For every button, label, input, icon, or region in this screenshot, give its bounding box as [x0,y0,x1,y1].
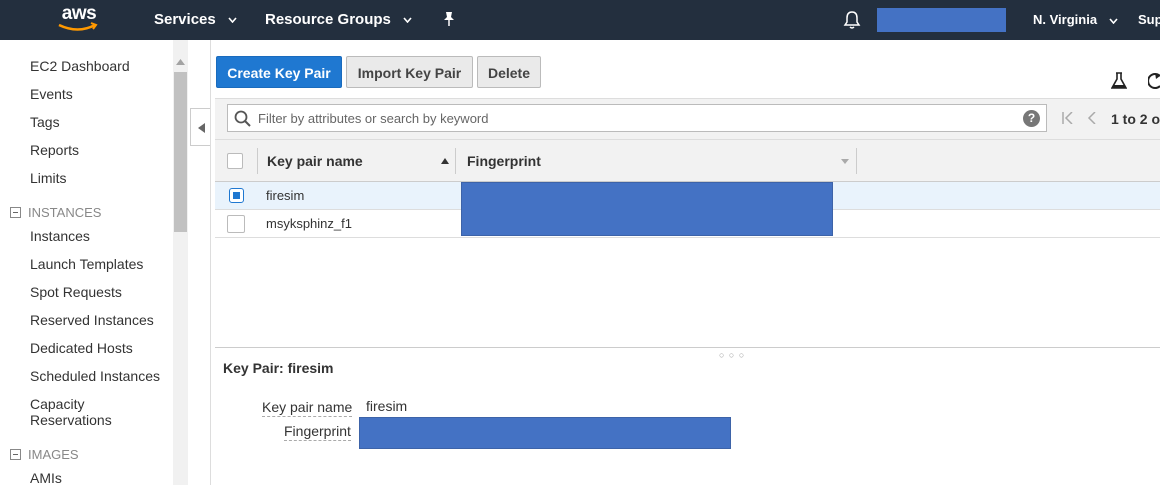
sort-icon[interactable] [841,159,849,164]
chevron-down-icon [1109,18,1118,24]
column-separator [856,148,857,174]
support-label: Sup [1138,12,1160,27]
account-menu-redacted[interactable] [877,8,1006,32]
splitter-handle-icon[interactable]: ○ ○ ○ [719,350,745,360]
fingerprint-redacted [461,182,833,236]
search-placeholder: Filter by attributes or search by keywor… [258,111,489,126]
sort-ascending-icon[interactable] [441,158,449,164]
sidebar-item-label: Capacity [30,396,85,412]
previous-page-icon[interactable] [1087,112,1097,124]
import-key-pair-button[interactable]: Import Key Pair [346,56,473,88]
detail-title: Key Pair: firesim [223,360,334,376]
fingerprint-label: Fingerprint [284,423,351,441]
flask-icon[interactable] [1111,72,1127,90]
help-icon[interactable]: ? [1023,110,1040,127]
sidebar-scrollbar[interactable] [173,40,188,485]
services-menu[interactable]: Services [154,11,237,28]
sidebar-item-capacity-reservations[interactable]: Capacity Reservations [30,396,112,428]
search-icon [234,110,251,127]
search-input[interactable]: Filter by attributes or search by keywor… [227,104,1047,132]
pin-icon[interactable] [442,11,456,27]
collapse-section-icon [10,207,21,219]
sidebar: EC2 Dashboard Events Tags Reports Limits… [0,40,173,486]
pagination-text: 1 to 2 of 2 [1111,111,1160,127]
support-menu[interactable]: Sup [1138,12,1160,27]
row-checkbox[interactable] [229,188,244,203]
top-navigation-bar: aws Services Resource Groups N. Virginia… [0,0,1160,40]
column-header-key-pair-name[interactable]: Key pair name [267,153,363,169]
sidebar-item-amis[interactable]: AMIs [30,470,62,486]
sidebar-item-spot-requests[interactable]: Spot Requests [30,284,122,300]
aws-logo[interactable]: aws [56,3,102,35]
column-separator [455,148,456,174]
resource-groups-menu[interactable]: Resource Groups [265,11,412,28]
sidebar-section-images[interactable]: IMAGES [10,447,79,462]
chevron-down-icon [228,17,237,24]
region-label: N. Virginia [1033,12,1098,27]
sidebar-divider [210,40,211,485]
filter-bar: Filter by attributes or search by keywor… [215,98,1160,139]
sidebar-item-instances[interactable]: Instances [30,228,90,244]
services-label: Services [154,11,216,28]
pane-splitter[interactable] [215,347,1160,348]
sidebar-item-label: Reservations [30,412,112,428]
sidebar-item-tags[interactable]: Tags [30,114,60,130]
fingerprint-value-redacted [359,417,731,449]
key-pair-name-value: firesim [366,398,408,414]
sidebar-item-dedicated-hosts[interactable]: Dedicated Hosts [30,340,133,356]
sidebar-item-scheduled-instances[interactable]: Scheduled Instances [30,368,160,384]
chevron-left-icon [198,123,205,133]
collapse-sidebar-button[interactable] [190,108,210,146]
aws-smile-icon [58,22,98,31]
first-page-icon[interactable] [1062,112,1074,124]
sidebar-section-instances[interactable]: INSTANCES [10,205,101,220]
delete-button[interactable]: Delete [477,56,541,88]
section-label: INSTANCES [28,205,102,220]
chevron-down-icon [403,17,412,24]
scrollbar-thumb[interactable] [174,72,187,232]
column-separator [257,148,258,174]
create-key-pair-button[interactable]: Create Key Pair [216,56,342,88]
section-label: IMAGES [28,447,79,462]
column-header-fingerprint[interactable]: Fingerprint [467,153,541,169]
sidebar-item-launch-templates[interactable]: Launch Templates [30,256,143,272]
key-pair-name-cell: firesim [266,188,305,203]
bell-icon[interactable] [843,10,861,30]
row-checkbox[interactable] [227,215,245,233]
sidebar-item-reserved-instances[interactable]: Reserved Instances [30,312,154,328]
region-selector[interactable]: N. Virginia [1033,12,1118,27]
collapse-section-icon [10,449,21,461]
scroll-up-icon[interactable] [176,59,185,65]
table-header: Key pair name Fingerprint [215,139,1160,182]
sidebar-item-limits[interactable]: Limits [30,170,67,186]
resource-groups-label: Resource Groups [265,11,391,28]
refresh-icon[interactable] [1148,72,1160,90]
key-pair-name-cell: msyksphinz_f1 [266,216,352,231]
sidebar-item-ec2-dashboard[interactable]: EC2 Dashboard [30,58,130,74]
sidebar-item-reports[interactable]: Reports [30,142,79,158]
key-pair-name-label: Key pair name [262,399,353,417]
sidebar-item-events[interactable]: Events [30,86,73,102]
select-all-checkbox[interactable] [227,153,243,169]
